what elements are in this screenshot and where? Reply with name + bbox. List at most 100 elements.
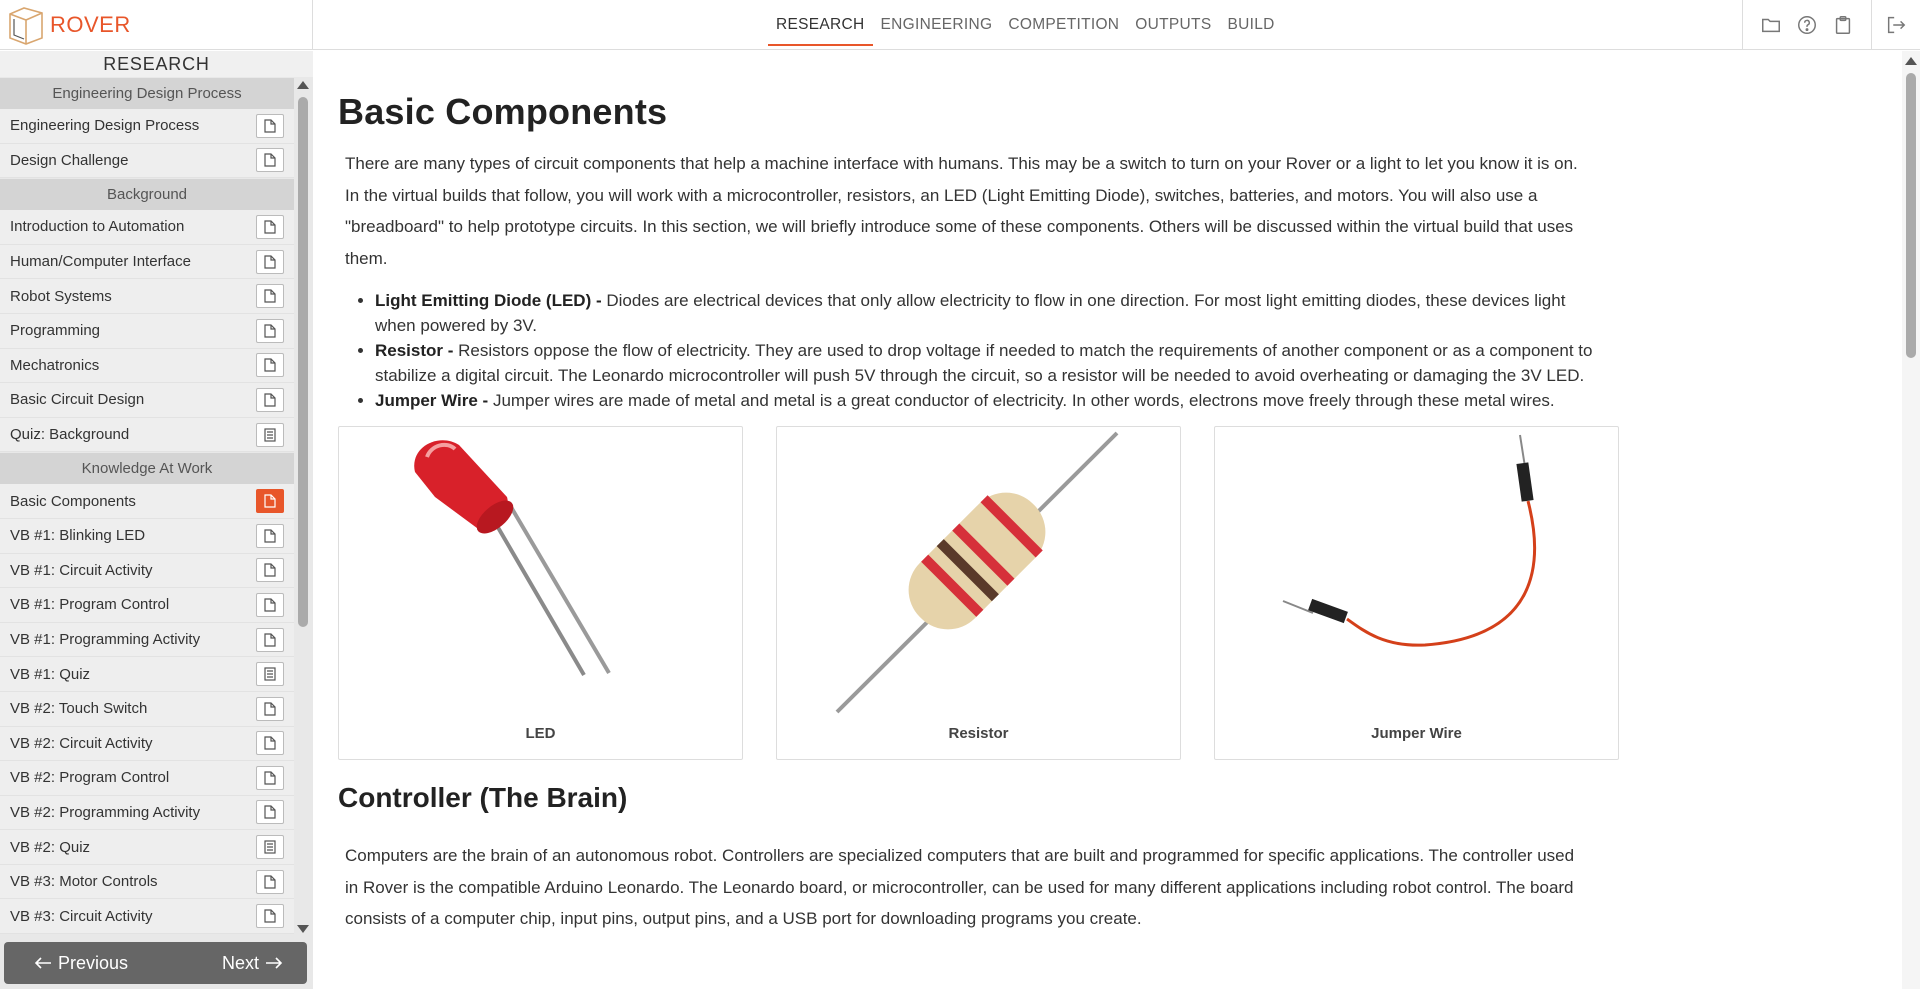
sidebar-item-label: Basic Circuit Design xyxy=(10,391,145,409)
sidebar-item-label: VB #2: Touch Switch xyxy=(10,700,148,718)
list-item-text: Resistors oppose the flow of electricity… xyxy=(375,341,1593,385)
cube-logo-icon xyxy=(9,7,43,45)
nav-build[interactable]: BUILD xyxy=(1219,0,1282,50)
sidebar-scroll-thumb[interactable] xyxy=(298,97,308,627)
sidebar-item[interactable]: VB #2: Quiz xyxy=(0,830,294,865)
sidebar-item[interactable]: VB #1: Circuit Activity xyxy=(0,553,294,589)
sidebar-item[interactable]: VB #3: Circuit Activity xyxy=(0,899,294,935)
document-icon[interactable] xyxy=(256,627,284,652)
sidebar-section: Knowledge At Work xyxy=(0,452,294,485)
section-paragraph: Computers are the brain of an autonomous… xyxy=(345,846,1575,928)
scroll-down-icon[interactable] xyxy=(297,925,309,933)
sidebar-item-label: VB #2: Quiz xyxy=(10,838,91,856)
sidebar-item-label: VB #2: Program Control xyxy=(10,769,170,787)
card-caption: Resistor xyxy=(948,725,1009,742)
document-icon[interactable] xyxy=(256,249,284,274)
document-icon[interactable] xyxy=(256,284,284,309)
sidebar-item[interactable]: Mechatronics xyxy=(0,348,294,384)
nav-research[interactable]: RESEARCH xyxy=(768,0,873,50)
page-title: Basic Components xyxy=(338,91,668,132)
sidebar-item[interactable]: VB #1: Blinking LED xyxy=(0,518,294,554)
quiz-icon[interactable] xyxy=(256,422,284,447)
resistor-image xyxy=(835,431,1119,714)
nav-competition[interactable]: COMPETITION xyxy=(1000,0,1127,50)
document-icon[interactable] xyxy=(256,353,284,378)
nav-outputs[interactable]: OUTPUTS xyxy=(1127,0,1219,50)
sidebar-item[interactable]: Robot Systems xyxy=(0,279,294,314)
document-icon[interactable] xyxy=(256,765,284,790)
previous-button[interactable]: Previous xyxy=(34,953,128,974)
nav-engineering[interactable]: ENGINEERING xyxy=(873,0,1001,50)
sidebar-item[interactable]: VB #1: Program Control xyxy=(0,588,294,623)
document-icon[interactable] xyxy=(256,558,284,583)
brand[interactable]: ROVER xyxy=(0,0,313,50)
document-icon[interactable] xyxy=(256,592,284,617)
document-icon[interactable] xyxy=(256,113,284,138)
document-icon[interactable] xyxy=(256,148,284,173)
logout-icon[interactable] xyxy=(1878,7,1914,43)
sidebar-item[interactable]: Introduction to Automation xyxy=(0,210,294,245)
help-icon[interactable] xyxy=(1789,7,1825,43)
document-icon[interactable] xyxy=(256,800,284,825)
card-led: LED xyxy=(338,426,743,760)
next-label: Next xyxy=(221,952,259,973)
document-icon[interactable] xyxy=(256,731,284,756)
sidebar-item[interactable]: Quiz: Background xyxy=(0,417,294,453)
sidebar-item-label: Robot Systems xyxy=(10,287,112,305)
sidebar-item[interactable]: VB #1: Programming Activity xyxy=(0,622,294,658)
sidebar-item[interactable]: Engineering Design Process xyxy=(0,109,294,144)
list-item-term: Jumper Wire - xyxy=(375,391,489,410)
document-icon[interactable] xyxy=(256,696,284,721)
sidebar-item[interactable]: VB #2: Circuit Activity xyxy=(0,726,294,762)
scroll-up-icon[interactable] xyxy=(297,81,309,89)
sidebar-item[interactable]: Programming xyxy=(0,313,294,349)
sidebar-item-label: VB #3: Circuit Activity xyxy=(10,907,153,925)
sidebar-item[interactable]: VB #2: Touch Switch xyxy=(0,691,294,727)
arrow-right-icon xyxy=(266,957,283,969)
tool-group-main xyxy=(1742,0,1871,50)
document-icon[interactable] xyxy=(256,214,284,239)
document-icon[interactable] xyxy=(256,523,284,548)
sidebar-item[interactable]: VB #2: Program Control xyxy=(0,761,294,796)
sidebar-item-label: VB #1: Program Control xyxy=(10,596,170,614)
sidebar-item[interactable]: VB #3: Motor Controls xyxy=(0,864,294,900)
list-item-term: Resistor - xyxy=(375,341,454,360)
component-list: Light Emitting Diode (LED) - Diodes are … xyxy=(338,288,1608,413)
pager: Previous Next xyxy=(4,942,307,984)
document-icon[interactable] xyxy=(256,489,284,514)
quiz-icon[interactable] xyxy=(256,662,284,687)
main-scroll-thumb[interactable] xyxy=(1906,73,1916,358)
folder-icon[interactable] xyxy=(1753,7,1789,43)
sidebar-item[interactable]: Basic Circuit Design xyxy=(0,383,294,418)
next-button[interactable]: Next xyxy=(222,953,283,974)
quiz-icon[interactable] xyxy=(256,835,284,860)
sidebar-item-label: Quiz: Background xyxy=(10,426,130,444)
list-item: Resistor - Resistors oppose the flow of … xyxy=(375,338,1608,388)
list-item: Jumper Wire - Jumper wires are made of m… xyxy=(375,388,1608,413)
sidebar-item[interactable]: Design Challenge xyxy=(0,143,294,179)
list-item-term: Light Emitting Diode (LED) - xyxy=(375,291,602,310)
document-icon[interactable] xyxy=(256,869,284,894)
main-nav: RESEARCH ENGINEERING COMPETITION OUTPUTS… xyxy=(768,0,1283,50)
intro-paragraph: There are many types of circuit componen… xyxy=(345,154,1578,268)
sidebar-item[interactable]: VB #2: Programming Activity xyxy=(0,795,294,831)
jumper-wire-image xyxy=(1282,434,1537,647)
top-bar: ROVER RESEARCH ENGINEERING COMPETITION O… xyxy=(0,0,1920,50)
sidebar-item[interactable]: Basic Components xyxy=(0,484,294,519)
document-icon[interactable] xyxy=(256,318,284,343)
clipboard-icon[interactable] xyxy=(1825,7,1861,43)
scroll-up-icon[interactable] xyxy=(1905,57,1917,65)
sidebar-section: Engineering Design Process xyxy=(0,77,294,109)
sidebar-item-label: VB #1: Blinking LED xyxy=(10,527,146,545)
main-scrollbar[interactable] xyxy=(1902,51,1920,989)
sidebar-section: Background xyxy=(0,178,294,211)
document-icon[interactable] xyxy=(256,904,284,929)
sidebar-item-label: Design Challenge xyxy=(10,151,129,169)
sidebar-item[interactable]: VB #1: Quiz xyxy=(0,657,294,692)
sidebar-item-label: Engineering Design Process xyxy=(10,117,200,135)
sidebar-heading: RESEARCH xyxy=(0,51,313,77)
sidebar-scrollbar[interactable] xyxy=(296,77,310,937)
sidebar-item[interactable]: Human/Computer Interface xyxy=(0,244,294,280)
sidebar-item-label: Human/Computer Interface xyxy=(10,253,191,271)
document-icon[interactable] xyxy=(256,387,284,412)
